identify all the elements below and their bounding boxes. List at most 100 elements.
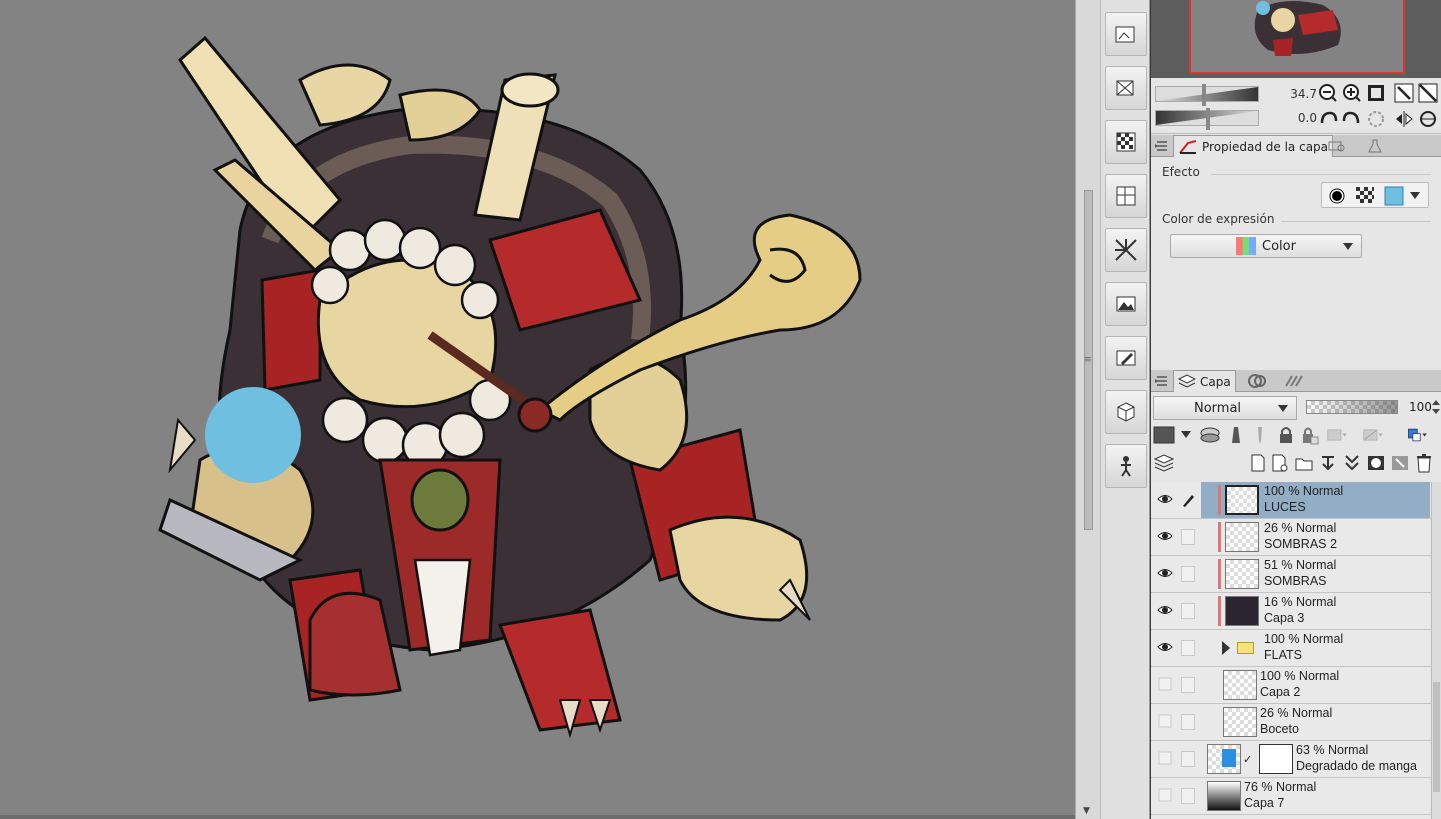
layer-row[interactable]: 51 % Normal SOMBRAS — [1151, 556, 1431, 593]
layer-scroll-thumb[interactable] — [1433, 682, 1440, 792]
eye-hidden-icon[interactable] — [1157, 677, 1173, 691]
navigator-view-frame[interactable] — [1189, 0, 1405, 74]
layer-list[interactable]: 100 % Normal LUCES 26 % Normal SOMBRAS 2 51 … — [1151, 482, 1431, 819]
lock-edit-box[interactable] — [1181, 788, 1195, 804]
layer-row[interactable]: 26 % Normal SOMBRAS 2 — [1151, 519, 1431, 556]
rotate-right-button[interactable] — [1341, 108, 1363, 130]
layer-row[interactable]: 76 % Normal Capa 7 — [1151, 778, 1431, 815]
layer-row[interactable]: 100 % Normal Capa 2 — [1151, 667, 1431, 704]
layer-row[interactable]: 16 % Normal Capa 3 — [1151, 593, 1431, 630]
layer-list-scrollbar[interactable] — [1431, 482, 1441, 819]
drawing-canvas[interactable] — [0, 0, 1075, 819]
opacity-spinner-icon[interactable] — [1431, 398, 1441, 416]
folder-expand-arrow-icon[interactable] — [1222, 641, 1230, 655]
checker-pattern-button[interactable] — [1105, 120, 1147, 164]
layer-color-icon[interactable] — [1384, 186, 1404, 206]
rotation-slider-knob[interactable] — [1206, 108, 1210, 130]
layer-opacity-slider[interactable] — [1306, 400, 1398, 414]
clip-layer-button[interactable] — [1199, 424, 1221, 446]
layout-button[interactable] — [1105, 174, 1147, 218]
eye-icon[interactable] — [1157, 529, 1173, 543]
tab-history[interactable] — [1243, 370, 1271, 392]
3d-figure-button[interactable] — [1105, 444, 1147, 488]
mask-thumbnail[interactable] — [1259, 744, 1293, 774]
rotation-slider[interactable] — [1155, 108, 1259, 130]
zoom-out-button[interactable] — [1317, 82, 1339, 104]
merge-down-button[interactable] — [1341, 452, 1363, 474]
lock-edit-box[interactable] — [1181, 529, 1195, 545]
swatch-dropdown[interactable] — [1175, 424, 1197, 446]
ruler-layer-button[interactable] — [1363, 424, 1385, 446]
layer-color-swatch[interactable] — [1153, 424, 1175, 446]
blend-mode-dropdown[interactable]: Normal — [1153, 396, 1297, 420]
new-raster-layer-button[interactable] — [1247, 452, 1269, 474]
tab-sub-tool-detail[interactable] — [1361, 135, 1389, 157]
eye-icon[interactable] — [1157, 492, 1173, 506]
transform-button[interactable] — [1105, 66, 1147, 110]
layer-stack-button[interactable] — [1153, 452, 1175, 474]
lock-edit-box[interactable] — [1181, 603, 1195, 619]
tab-layer-property[interactable]: Propiedad de la capa — [1173, 135, 1334, 157]
layer-panel-menu-icon[interactable] — [1155, 374, 1169, 388]
mask-link-icon[interactable]: ✓ — [1243, 753, 1252, 766]
folder-image-button[interactable] — [1105, 12, 1147, 56]
layer-row[interactable]: 100 % Normal FLATS — [1151, 630, 1431, 667]
canvas-vertical-scrollbar[interactable]: ≡ ▼ — [1075, 0, 1100, 819]
draft-layer-button[interactable] — [1249, 424, 1271, 446]
eye-hidden-icon[interactable] — [1157, 751, 1173, 765]
expression-color-dropdown[interactable]: Color — [1170, 234, 1362, 258]
tab-layer-search[interactable] — [1323, 135, 1351, 157]
create-mask-button[interactable] — [1365, 452, 1387, 474]
layer-opacity-value[interactable]: 100 — [1409, 400, 1432, 414]
eye-icon[interactable] — [1157, 566, 1173, 580]
apply-mask-button[interactable] — [1389, 452, 1411, 474]
border-effect-icon[interactable] — [1328, 187, 1346, 205]
layer-row[interactable]: ✓ 63 % Normal Degradado de manga — [1151, 741, 1431, 778]
lock-edit-box[interactable] — [1181, 751, 1195, 767]
zoom-slider-knob[interactable] — [1202, 84, 1206, 106]
pencil-icon — [1116, 350, 1136, 366]
delete-layer-button[interactable] — [1413, 452, 1435, 474]
tab-auto-actions[interactable] — [1279, 370, 1307, 392]
reset-rotation-button[interactable] — [1365, 108, 1387, 130]
lock-transparency-button[interactable] — [1299, 424, 1321, 446]
layer-row[interactable]: 100 % Normal LUCES — [1151, 482, 1431, 519]
lock-edit-box[interactable] — [1181, 714, 1195, 730]
flip-horizontal-button[interactable] — [1393, 108, 1415, 130]
new-folder-button[interactable] — [1293, 452, 1315, 474]
lock-layer-button[interactable] — [1275, 424, 1297, 446]
lock-edit-box[interactable] — [1181, 677, 1195, 693]
transfer-down-button[interactable] — [1317, 452, 1339, 474]
edit-material-button[interactable] — [1105, 336, 1147, 380]
flip-vertical-button[interactable] — [1417, 108, 1439, 130]
mask-layer-button[interactable] — [1327, 424, 1349, 446]
lock-edit-box[interactable] — [1181, 640, 1195, 656]
rotate-left-button[interactable] — [1317, 108, 1339, 130]
fit-navigator-button[interactable] — [1417, 82, 1439, 104]
eye-icon[interactable] — [1157, 603, 1173, 617]
tone-effect-icon[interactable] — [1356, 187, 1374, 205]
layer-row[interactable]: 26 % Normal Boceto — [1151, 704, 1431, 741]
eye-hidden-icon[interactable] — [1157, 788, 1173, 802]
image-material-button[interactable] — [1105, 282, 1147, 326]
effect-dropdown-icon[interactable] — [1410, 192, 1420, 200]
navigator-preview[interactable] — [1151, 0, 1441, 78]
eye-hidden-icon[interactable] — [1157, 714, 1173, 728]
zoom-slider[interactable] — [1155, 84, 1259, 106]
zoom-in-button[interactable] — [1341, 82, 1363, 104]
tab-layer[interactable]: Capa — [1173, 370, 1236, 392]
effect-lines-button[interactable] — [1105, 228, 1147, 272]
3d-material-button[interactable] — [1105, 390, 1147, 434]
eye-icon[interactable] — [1157, 640, 1173, 654]
new-vector-layer-button[interactable] — [1269, 452, 1291, 474]
lock-edit-box[interactable] — [1181, 566, 1195, 582]
zoom-value[interactable]: 34.7 — [1261, 87, 1317, 101]
reference-layer-button[interactable] — [1225, 424, 1247, 446]
color-swap-button[interactable] — [1407, 424, 1429, 446]
editing-pen-icon[interactable] — [1181, 492, 1195, 508]
panel-menu-icon[interactable] — [1155, 139, 1169, 153]
fit-window-button[interactable] — [1393, 82, 1415, 104]
scroll-down-arrow-icon[interactable]: ▼ — [1083, 806, 1090, 816]
rotation-value[interactable]: 0.0 — [1261, 111, 1317, 125]
actual-size-button[interactable] — [1365, 82, 1387, 104]
